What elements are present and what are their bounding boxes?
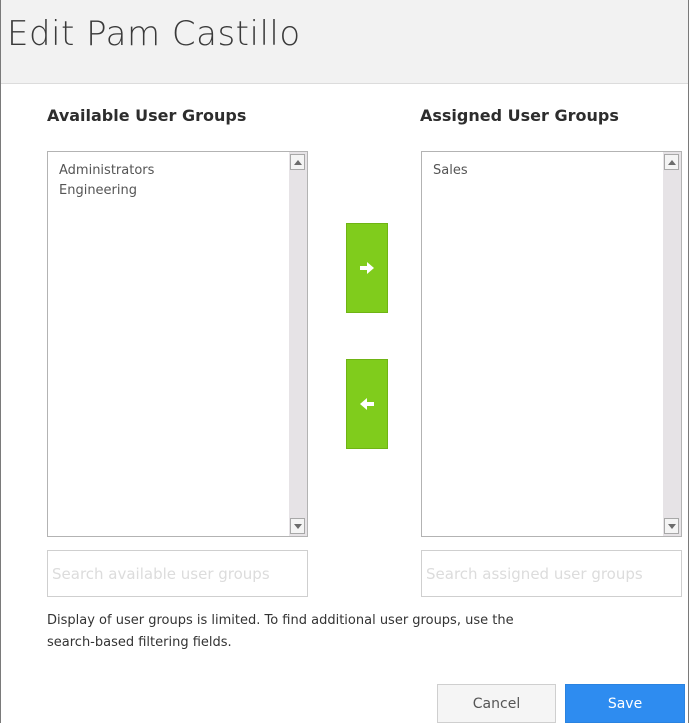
- scroll-down-button[interactable]: [290, 518, 305, 534]
- list-item-available-0[interactable]: Administrators: [59, 161, 154, 181]
- dialog-header: Edit Pam Castillo: [1, 0, 688, 84]
- chevron-down-icon: [667, 523, 676, 529]
- move-to-assigned-button[interactable]: [346, 223, 388, 313]
- available-groups-items: Administrators Engineering: [59, 161, 154, 201]
- available-groups-list[interactable]: Administrators Engineering: [47, 151, 308, 537]
- arrow-left-icon: [360, 398, 374, 410]
- scroll-up-button[interactable]: [290, 154, 305, 170]
- list-item-available-1[interactable]: Engineering: [59, 181, 154, 201]
- search-available-input[interactable]: [47, 550, 308, 597]
- chevron-down-icon: [293, 523, 302, 529]
- hint-line-2: search-based filtering fields.: [47, 635, 232, 650]
- available-groups-label: Available User Groups: [47, 106, 247, 125]
- move-to-available-button[interactable]: [346, 359, 388, 449]
- search-assigned-input[interactable]: [421, 550, 682, 597]
- save-button[interactable]: Save: [565, 684, 685, 723]
- list-item-assigned-0[interactable]: Sales: [433, 161, 468, 181]
- scroll-down-button[interactable]: [664, 518, 679, 534]
- assigned-list-scrollbar[interactable]: [663, 152, 681, 536]
- scroll-up-button[interactable]: [664, 154, 679, 170]
- chevron-up-icon: [293, 159, 302, 165]
- dialog-title: Edit Pam Castillo: [7, 14, 301, 54]
- cancel-button[interactable]: Cancel: [437, 684, 556, 723]
- chevron-up-icon: [667, 159, 676, 165]
- available-list-scrollbar[interactable]: [289, 152, 307, 536]
- assigned-groups-list[interactable]: Sales: [421, 151, 682, 537]
- limit-hint-text: Display of user groups is limited. To fi…: [47, 610, 607, 654]
- hint-line-1: Display of user groups is limited. To fi…: [47, 613, 514, 628]
- arrow-right-icon: [360, 262, 374, 274]
- assigned-groups-items: Sales: [433, 161, 468, 181]
- assigned-groups-label: Assigned User Groups: [420, 106, 619, 125]
- edit-user-dialog: Edit Pam Castillo Available User Groups …: [0, 0, 689, 723]
